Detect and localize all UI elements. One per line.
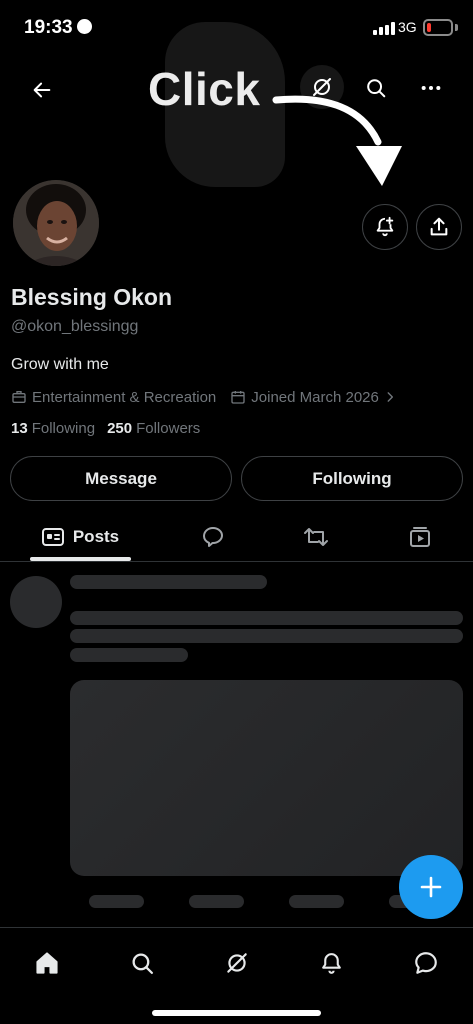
skeleton-media: [70, 680, 463, 876]
plus-icon: [420, 876, 442, 898]
home-indicator: [152, 1010, 321, 1016]
following-count-label: Following: [31, 420, 96, 437]
nav-notifications[interactable]: [309, 941, 353, 985]
videos-icon: [410, 526, 430, 547]
more-icon: [421, 85, 441, 91]
followers-count: 250: [107, 420, 133, 437]
skeleton-line: [70, 575, 267, 589]
profile-name: Blessing Okon: [11, 284, 173, 310]
profile-meta: Entertainment & Recreation Joined March …: [11, 387, 402, 407]
battery-icon: [423, 19, 453, 36]
skeleton-line: [70, 648, 188, 662]
following-count-link[interactable]: 13 Following: [11, 420, 95, 437]
share-button[interactable]: [416, 204, 462, 250]
notifications-icon: [321, 952, 341, 974]
tab-reposts[interactable]: [291, 512, 341, 561]
message-button[interactable]: Message: [10, 456, 232, 501]
avatar-photo: [13, 180, 99, 266]
profile-bio: Grow with me: [11, 356, 109, 373]
skeleton-action: [289, 895, 344, 908]
search-icon: [132, 953, 153, 974]
battery-tip: [455, 24, 458, 31]
back-arrow-icon: [33, 82, 51, 98]
tab-replies[interactable]: [188, 512, 238, 561]
tab-posts[interactable]: Posts: [20, 512, 140, 561]
back-button[interactable]: [22, 70, 62, 110]
nav-search[interactable]: [120, 941, 164, 985]
replies-icon: [203, 526, 223, 547]
bell-plus-icon: [376, 216, 394, 237]
skeleton-action: [189, 895, 244, 908]
posts-icon: [41, 527, 64, 546]
home-icon: [36, 952, 58, 974]
profile-handle: @okon_blessingg: [11, 318, 139, 335]
messages-icon: [415, 952, 437, 974]
chevron-right-icon[interactable]: [383, 390, 397, 404]
followers-count-label: Followers: [136, 420, 201, 437]
more-button[interactable]: [411, 68, 451, 108]
network-type: 3G: [398, 19, 417, 35]
calendar-icon: [231, 391, 245, 404]
profile-joined: Joined March 2026: [251, 388, 379, 406]
nav-grok[interactable]: [215, 941, 259, 985]
bottom-nav: [0, 927, 473, 1024]
skeleton-line: [70, 611, 463, 625]
followers-count-link[interactable]: 250 Followers: [107, 420, 200, 437]
profile-avatar[interactable]: [10, 177, 102, 269]
following-count: 13: [11, 420, 28, 437]
reposts-icon: [304, 527, 328, 546]
annotation-click-label: Click: [148, 63, 261, 115]
skeleton-line: [70, 629, 463, 643]
following-button[interactable]: Following: [241, 456, 463, 501]
skeleton-action: [89, 895, 144, 908]
status-time: 19:33: [24, 17, 92, 39]
profile-category: Entertainment & Recreation: [32, 388, 217, 406]
status-emoji-icon: [76, 19, 92, 34]
tab-videos[interactable]: [395, 512, 445, 561]
follow-counts: 13 Following 250 Followers: [11, 420, 212, 437]
active-tab-indicator: [30, 557, 131, 561]
annotation-arrow-icon: [272, 95, 402, 186]
notify-button[interactable]: [362, 204, 408, 250]
share-icon: [430, 217, 448, 236]
profile-tabs: Posts: [0, 512, 473, 562]
signal-icon: [373, 22, 395, 35]
nav-home[interactable]: [25, 941, 69, 985]
briefcase-icon: [12, 391, 26, 403]
skeleton-avatar: [10, 576, 62, 628]
compose-button[interactable]: [399, 855, 463, 919]
tab-posts-label: Posts: [72, 526, 120, 546]
nav-messages[interactable]: [404, 941, 448, 985]
grok-icon: [227, 953, 247, 973]
